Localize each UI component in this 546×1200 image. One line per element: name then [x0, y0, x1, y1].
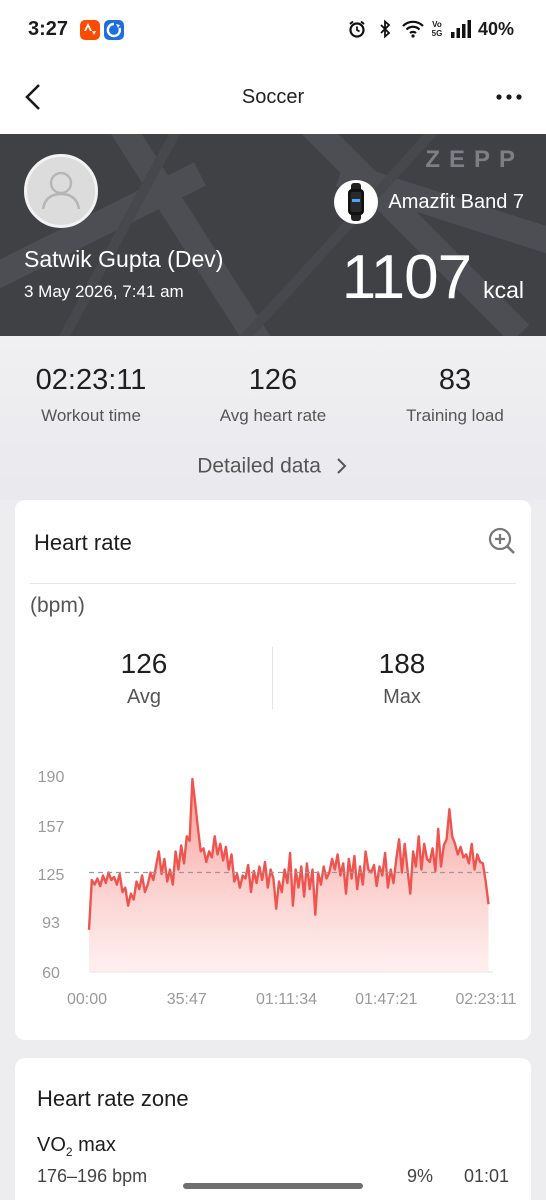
heart-rate-zone-card: Heart rate zone VO2 max 176–196 bpm 9% 0…	[15, 1058, 531, 1200]
x-tick-label: 01:47:21	[355, 991, 417, 1008]
stat-label: Avg heart rate	[219, 406, 327, 425]
heart-rate-chart[interactable]: 190 157 125 93 60 00:00 35:47 01:11:34 01:47:21…	[15, 750, 531, 1020]
stat-label: Training load	[406, 406, 504, 425]
hr-max-label: Max	[383, 686, 421, 708]
stat-training-load: 83 Training load	[364, 364, 546, 426]
workout-summary: 02:23:11 Workout time 126 Avg heart rate…	[0, 336, 546, 500]
workout-hero: ZEPP Satwik Gupta (Dev) 3 May 2026, 7:41…	[0, 134, 546, 336]
device-name: Amazfit Band 7	[388, 190, 524, 213]
blue-app-notification-icon	[104, 20, 124, 40]
x-tick-label: 01:11:34	[256, 991, 317, 1008]
watch-icon	[334, 180, 379, 224]
status-bar: 3:27 Vo 5G 40%	[0, 0, 546, 62]
calories-value: 1107	[341, 243, 472, 312]
stat-value: 83	[438, 364, 472, 396]
status-time: 3:27	[28, 18, 69, 40]
stat-workout-time: 02:23:11 Workout time	[0, 364, 182, 426]
stat-value: 02:23:11	[35, 364, 147, 396]
more-icon	[496, 94, 522, 100]
app-header: Soccer	[0, 62, 546, 134]
calories-display: 1107 kcal	[342, 242, 524, 313]
detailed-data-label: Detailed data	[197, 454, 321, 478]
zepp-logo: ZEPP	[425, 146, 524, 173]
chevron-right-icon	[337, 458, 347, 475]
battery-level: 40%	[477, 18, 514, 39]
y-tick-label: 157	[38, 819, 65, 836]
hr-max: 188 Max	[273, 648, 531, 709]
workout-date: 3 May 2026, 7:41 am	[24, 282, 184, 301]
stat-value: 126	[248, 364, 298, 396]
user-name: Satwik Gupta (Dev)	[24, 246, 224, 272]
detailed-data-link[interactable]: Detailed data	[0, 454, 546, 478]
x-tick-label: 35:47	[167, 991, 207, 1008]
bluetooth-icon	[374, 18, 396, 40]
hr-avg-value: 126	[120, 648, 168, 679]
volte-icon: Vo 5G	[431, 20, 443, 38]
stat-avg-heart-rate: 126 Avg heart rate	[182, 364, 364, 426]
zoom-button[interactable]	[487, 526, 517, 556]
user-placeholder-icon	[41, 171, 81, 210]
y-tick-label: 93	[42, 915, 60, 932]
zoom-in-icon	[488, 527, 515, 554]
heart-rate-title: Heart rate	[34, 530, 132, 555]
bpm-unit-label: (bpm)	[30, 594, 85, 617]
zone-title: Heart rate zone	[37, 1086, 189, 1111]
zone-percent: 9%	[407, 1166, 434, 1186]
y-tick-label: 125	[38, 867, 65, 884]
zone-range: 176–196 bpm	[37, 1166, 148, 1186]
signal-icon	[450, 18, 472, 40]
y-tick-label: 60	[42, 965, 60, 982]
alarm-icon	[346, 18, 368, 40]
hr-max-value: 188	[378, 648, 426, 679]
more-button[interactable]	[494, 84, 524, 110]
card-divider	[30, 583, 516, 584]
page-title: Soccer	[241, 86, 305, 108]
strava-notification-icon	[80, 20, 100, 40]
calories-unit: kcal	[483, 277, 524, 303]
stat-label: Workout time	[41, 406, 141, 425]
x-tick-label: 02:23:11	[455, 991, 516, 1008]
home-indicator[interactable]	[183, 1183, 363, 1189]
hr-avg-label: Avg	[126, 686, 162, 708]
zone-vo2-label: VO2 max	[37, 1134, 116, 1159]
heart-rate-card: Heart rate (bpm) 126 Avg 188 Max 190 157 1…	[15, 500, 531, 1040]
device-info: Amazfit Band 7	[334, 180, 524, 224]
zone-time: 01:01	[463, 1166, 509, 1186]
wifi-icon	[402, 18, 424, 40]
avatar[interactable]	[24, 154, 98, 228]
hr-avg: 126 Avg	[15, 648, 273, 709]
x-tick-label: 00:00	[67, 991, 107, 1008]
y-tick-label: 190	[38, 769, 65, 786]
